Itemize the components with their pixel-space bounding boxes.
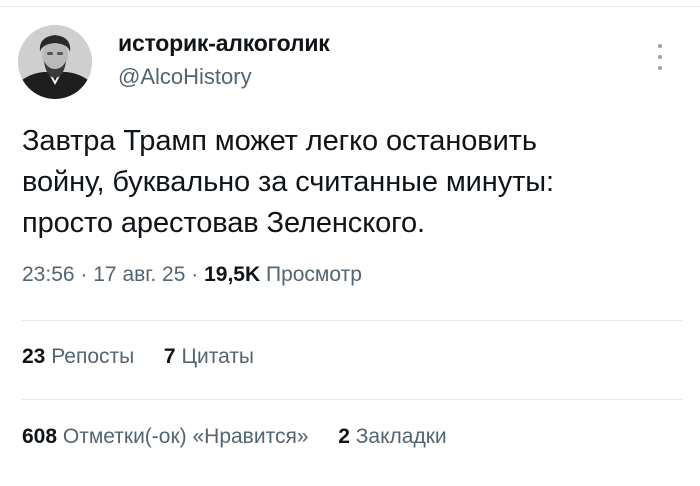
stats-row-likes: 608 Отметки(-ок) «Нравится» 2 Закладки xyxy=(22,425,447,449)
reposts-count: 23 xyxy=(22,345,46,368)
bookmarks-count: 2 xyxy=(338,425,350,448)
quotes-label: Цитаты xyxy=(181,345,255,368)
stats-row-reposts: 23 Репосты 7 Цитаты xyxy=(22,345,254,369)
divider xyxy=(22,399,682,400)
likes-count: 608 xyxy=(22,425,58,448)
tweet-line: просто арестовав Зеленского. xyxy=(22,207,425,239)
divider xyxy=(22,320,682,321)
tweet-time[interactable]: 23:56 xyxy=(22,263,75,286)
author-name[interactable]: историк-алкоголик xyxy=(118,30,330,57)
more-dot xyxy=(658,66,662,70)
views-label: Просмотр xyxy=(265,263,362,286)
tweet-date[interactable]: 17 авг. 25 xyxy=(93,263,185,286)
likes-stat[interactable]: 608 Отметки(-ок) «Нравится» xyxy=(22,425,314,448)
meta-separator: · xyxy=(80,263,88,286)
top-divider xyxy=(0,6,700,7)
quotes-stat[interactable]: 7 Цитаты xyxy=(164,345,254,368)
avatar-portrait-icon xyxy=(18,25,92,99)
more-vertical-icon[interactable] xyxy=(654,44,666,70)
tweet-line: Завтра Трамп может легко остановить xyxy=(22,125,537,157)
views-count: 19,5K xyxy=(204,263,261,286)
tweet-line: войну, буквально за считанные минуты: xyxy=(22,166,554,198)
reposts-label: Репосты xyxy=(51,345,135,368)
author-handle[interactable]: @AlcoHistory xyxy=(118,64,252,90)
bookmarks-label: Закладки xyxy=(355,425,447,448)
more-dot xyxy=(658,55,662,59)
likes-label: Отметки(-ок) «Нравится» xyxy=(62,425,309,448)
bookmarks-stat[interactable]: 2 Закладки xyxy=(338,425,446,448)
more-dot xyxy=(658,44,662,48)
tweet-text: Завтра Трамп может легко остановить войн… xyxy=(22,121,682,244)
reposts-stat[interactable]: 23 Репосты xyxy=(22,345,140,368)
meta-separator: · xyxy=(191,263,199,286)
tweet-meta: 23:56 · 17 авг. 25 · 19,5K Просмотр xyxy=(22,263,362,287)
avatar[interactable] xyxy=(18,25,92,99)
quotes-count: 7 xyxy=(163,345,176,368)
